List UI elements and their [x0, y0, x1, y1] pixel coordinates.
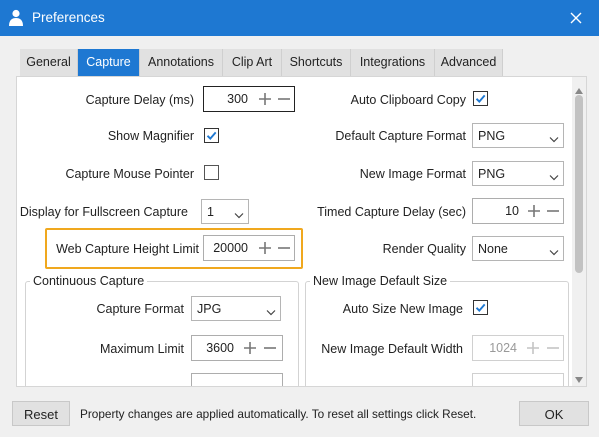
- new-image-format-select[interactable]: PNG: [472, 161, 564, 186]
- timed-capture-delay-label: Timed Capture Delay (sec): [317, 205, 466, 219]
- capture-mouse-pointer-label: Capture Mouse Pointer: [65, 167, 194, 181]
- checkmark-icon: [475, 94, 486, 103]
- plus-icon[interactable]: [242, 340, 258, 356]
- plus-icon[interactable]: [257, 240, 273, 256]
- display-fullscreen-label: Display for Fullscreen Capture: [19, 205, 188, 219]
- tab-capture[interactable]: Capture: [78, 49, 140, 76]
- scroll-up-arrow-icon[interactable]: [575, 83, 583, 94]
- new-image-format-value: PNG: [478, 167, 506, 181]
- show-magnifier-checkbox[interactable]: [204, 128, 219, 143]
- title-bar: Preferences: [0, 0, 599, 36]
- tab-advanced[interactable]: Advanced: [435, 49, 503, 76]
- maximum-limit-stepper[interactable]: 3600: [191, 335, 283, 361]
- default-capture-format-value: PNG: [478, 129, 506, 143]
- plus-icon[interactable]: [525, 340, 541, 356]
- capture-delay-value: 300: [227, 92, 248, 106]
- chevron-down-icon: [549, 132, 559, 143]
- tab-shortcuts[interactable]: Shortcuts: [282, 49, 351, 76]
- capture-delay-label: Capture Delay (ms): [85, 93, 194, 107]
- auto-clipboard-copy-label: Auto Clipboard Copy: [350, 93, 466, 107]
- checkmark-icon: [475, 303, 486, 312]
- vertical-scrollbar[interactable]: [572, 77, 586, 386]
- chevron-down-icon: [234, 208, 244, 219]
- ok-button[interactable]: OK: [519, 401, 589, 426]
- maximum-limit-label: Maximum Limit: [99, 342, 184, 356]
- render-quality-value: None: [478, 242, 508, 256]
- continuous-capture-title: Continuous Capture: [30, 274, 148, 288]
- capture-format-label: Capture Format: [96, 302, 184, 316]
- minus-icon[interactable]: [545, 340, 561, 356]
- timed-capture-delay-value: 10: [505, 204, 519, 218]
- capture-format-select[interactable]: JPG: [191, 296, 281, 321]
- web-capture-height-limit-value: 20000: [213, 241, 248, 255]
- auto-size-new-image-label: Auto Size New Image: [342, 302, 463, 316]
- web-capture-height-limit-label: Web Capture Height Limit: [56, 242, 199, 256]
- new-image-default-width-label: New Image Default Width: [321, 342, 463, 356]
- new-image-default-width-value: 1024: [489, 341, 517, 355]
- show-magnifier-label: Show Magnifier: [107, 129, 194, 143]
- scroll-thumb[interactable]: [575, 95, 583, 273]
- tab-annotations[interactable]: Annotations: [140, 49, 223, 76]
- render-quality-label: Render Quality: [382, 242, 466, 256]
- partial-stepper[interactable]: [191, 373, 283, 386]
- scroll-down-arrow-icon[interactable]: [575, 372, 583, 383]
- tab-integrations[interactable]: Integrations: [351, 49, 435, 76]
- preferences-window: Preferences General Capture Annotations …: [0, 0, 599, 437]
- minus-icon[interactable]: [262, 340, 278, 356]
- auto-clipboard-copy-checkbox[interactable]: [473, 91, 488, 106]
- partial-stepper[interactable]: [472, 373, 564, 386]
- app-icon: [8, 9, 24, 27]
- display-fullscreen-value: 1: [207, 205, 214, 219]
- capture-mouse-pointer-checkbox[interactable]: [204, 165, 219, 180]
- footer-message: Property changes are applied automatical…: [80, 407, 477, 421]
- display-fullscreen-select[interactable]: 1: [201, 199, 249, 224]
- tab-clip-art[interactable]: Clip Art: [223, 49, 282, 76]
- chevron-down-icon: [549, 170, 559, 181]
- maximum-limit-value: 3600: [206, 341, 234, 355]
- default-capture-format-select[interactable]: PNG: [472, 123, 564, 148]
- checkmark-icon: [206, 131, 217, 140]
- new-image-default-size-title: New Image Default Size: [310, 274, 451, 288]
- capture-settings-panel: Capture Delay (ms) 300 Show Magnifier Ca…: [16, 76, 587, 387]
- close-icon[interactable]: [566, 8, 586, 28]
- default-capture-format-label: Default Capture Format: [335, 129, 466, 143]
- new-image-default-size-group: [305, 281, 569, 386]
- reset-button[interactable]: Reset: [12, 401, 70, 426]
- auto-size-new-image-checkbox[interactable]: [473, 300, 488, 315]
- minus-icon[interactable]: [545, 203, 561, 219]
- minus-icon[interactable]: [276, 240, 292, 256]
- new-image-format-label: New Image Format: [359, 167, 466, 181]
- new-image-default-width-stepper[interactable]: 1024: [472, 335, 564, 361]
- plus-icon[interactable]: [526, 203, 542, 219]
- chevron-down-icon: [549, 245, 559, 256]
- timed-capture-delay-stepper[interactable]: 10: [472, 198, 564, 224]
- web-capture-height-limit-stepper[interactable]: 20000: [203, 235, 295, 261]
- capture-format-value: JPG: [197, 302, 222, 316]
- tab-general[interactable]: General: [20, 49, 78, 76]
- window-title: Preferences: [32, 10, 105, 25]
- capture-delay-stepper[interactable]: 300: [203, 86, 295, 112]
- render-quality-select[interactable]: None: [472, 236, 564, 261]
- chevron-down-icon: [266, 305, 276, 316]
- plus-icon[interactable]: [257, 91, 273, 107]
- minus-icon[interactable]: [276, 91, 292, 107]
